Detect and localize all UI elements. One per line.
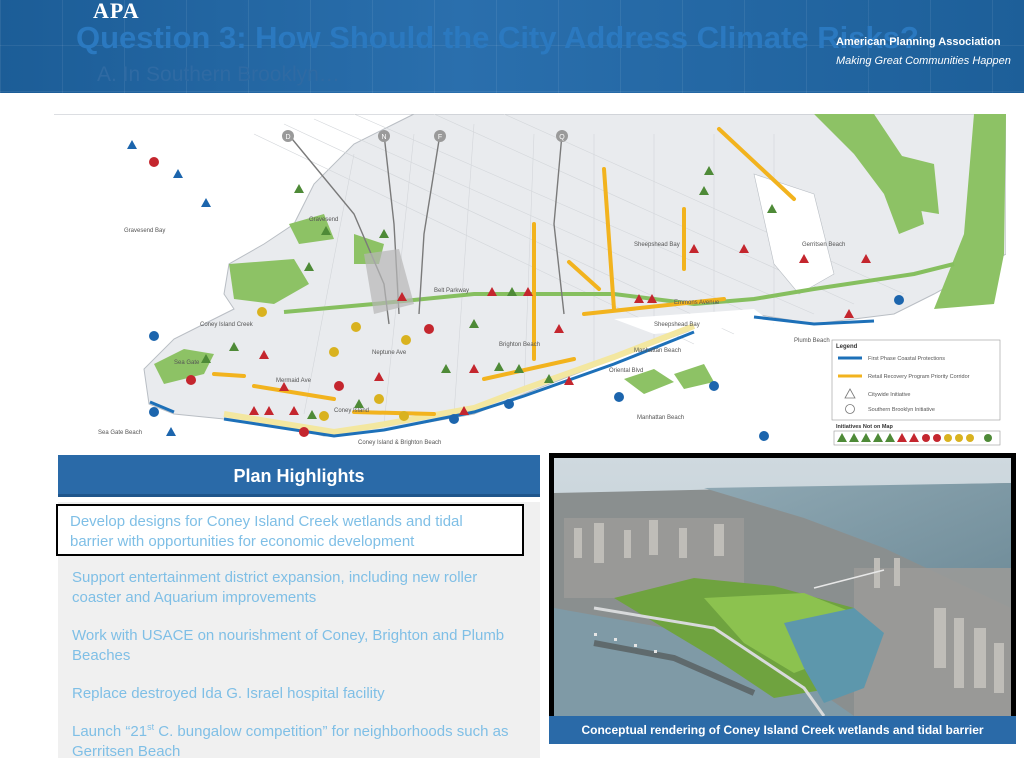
plan-highlights-heading: Plan Highlights — [58, 455, 540, 497]
label-emmons-avenue: Emmons Avenue — [674, 300, 720, 306]
slide-header: APA Question 3: How Should the City Addr… — [0, 0, 1024, 93]
label-neptune-ave: Neptune Ave — [372, 350, 407, 356]
label-brighton-beach: Brighton Beach — [499, 342, 540, 348]
southern-brooklyn-map: D N F Q Gravesend Bay Gravesend Sheepshe… — [54, 114, 1006, 452]
highlight-item-entertainment: Support entertainment district expansion… — [72, 569, 478, 606]
organization-name: American Planning Association — [836, 36, 1001, 48]
label-gravesend-bay: Gravesend Bay — [124, 228, 165, 234]
label-sea-gate-beach: Sea Gate Beach — [98, 430, 142, 436]
map-legend: Legend First Phase Coastal Protections R… — [831, 339, 1001, 446]
label-gerritsen-beach: Gerritsen Beach — [802, 242, 845, 248]
highlight-item-coney-creek: Develop designs for Coney Island Creek w… — [56, 504, 524, 556]
slide-subtitle: A. In Southern Brooklyn… — [97, 63, 340, 86]
highlight-item-usace: Work with USACE on nourishment of Coney,… — [72, 627, 505, 664]
label-manhattan-beach-neighborhood: Manhattan Beach — [634, 348, 681, 354]
label-coney-island-creek: Coney Island Creek — [200, 322, 254, 328]
label-manhattan-beach: Manhattan Beach — [637, 415, 684, 421]
legend-citywide: Citywide Initiative — [868, 392, 911, 398]
plan-highlights-list: Develop designs for Coney Island Creek w… — [56, 502, 540, 760]
label-coney-brighton-beach: Coney Island & Brighton Beach — [358, 440, 441, 446]
legend-not-on-map-title: Initiatives Not on Map — [836, 424, 893, 430]
legend-southern-brooklyn: Southern Brooklyn Initiative — [868, 407, 935, 413]
legend-title: Legend — [836, 344, 858, 350]
subway-d-label: D — [285, 134, 290, 141]
map-svg: D N F Q Gravesend Bay Gravesend Sheepshe… — [54, 114, 1006, 446]
label-sea-gate: Sea Gate — [174, 360, 200, 366]
highlight-item-hospital: Replace destroyed Ida G. Israel hospital… — [72, 685, 385, 702]
label-coney-island: Coney Island — [334, 408, 369, 414]
label-gravesend: Gravesend — [309, 217, 338, 223]
organization-tagline: Making Great Communities Happen — [836, 55, 1011, 67]
subway-q-label: Q — [559, 134, 565, 141]
legend-retail: Retail Recovery Program Priority Corrido… — [868, 374, 970, 380]
label-plumb-beach: Plumb Beach — [794, 338, 830, 344]
subway-f-label: F — [438, 134, 442, 141]
rendering-caption: Conceptual rendering of Coney Island Cre… — [549, 716, 1016, 744]
label-sheepshead-bay-neighborhood: Sheepshead Bay — [634, 242, 680, 248]
highlight-item-bungalow: Launch “21st C. bungalow competition” fo… — [72, 722, 522, 762]
subway-n-label: N — [381, 134, 386, 141]
label-oriental-blvd: Oriental Blvd — [609, 368, 643, 374]
coney-creek-rendering-image — [554, 458, 1011, 716]
label-belt-parkway: Belt Parkway — [434, 288, 469, 294]
label-sheepshead-bay: Sheepshead Bay — [654, 322, 700, 328]
rendering-frame: Conceptual rendering of Coney Island Cre… — [549, 453, 1016, 744]
legend-coastal: First Phase Coastal Protections — [868, 356, 945, 362]
label-mermaid-ave: Mermaid Ave — [276, 378, 312, 384]
bungalow-text-before: Launch “21 — [72, 723, 148, 740]
